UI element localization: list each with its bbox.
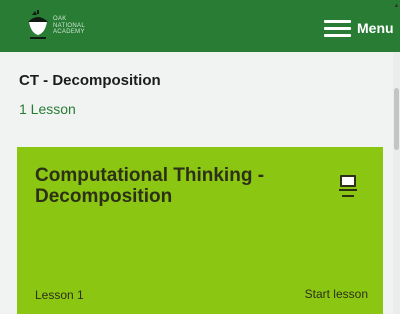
lesson-count: 1 Lesson [19,101,76,117]
menu-button[interactable]: Menu [324,17,400,39]
unit-title: CT - Decomposition [19,72,161,89]
laptop-icon [339,175,357,197]
logo-wordmark: OAK NATIONAL ACADEMY [53,16,85,36]
hamburger-menu-icon [324,19,351,37]
oak-acorn-logo-icon[interactable] [26,9,50,43]
logo-line-academy: ACADEMY [53,29,85,35]
start-lesson-link[interactable]: Start lesson [305,287,368,301]
lesson-title[interactable]: Computational Thinking - Decomposition [35,165,305,207]
scroll-up-arrow-icon[interactable]: ▲ [393,0,400,12]
page: OAK NATIONAL ACADEMY Menu ▲ CT - Decompo… [0,0,400,314]
lesson-card[interactable]: Computational Thinking - Decomposition L… [17,147,383,314]
site-header: OAK NATIONAL ACADEMY Menu [0,0,400,52]
lesson-number: Lesson 1 [35,288,84,302]
menu-label: Menu [357,20,394,36]
scrollbar-thumb[interactable] [394,88,399,150]
